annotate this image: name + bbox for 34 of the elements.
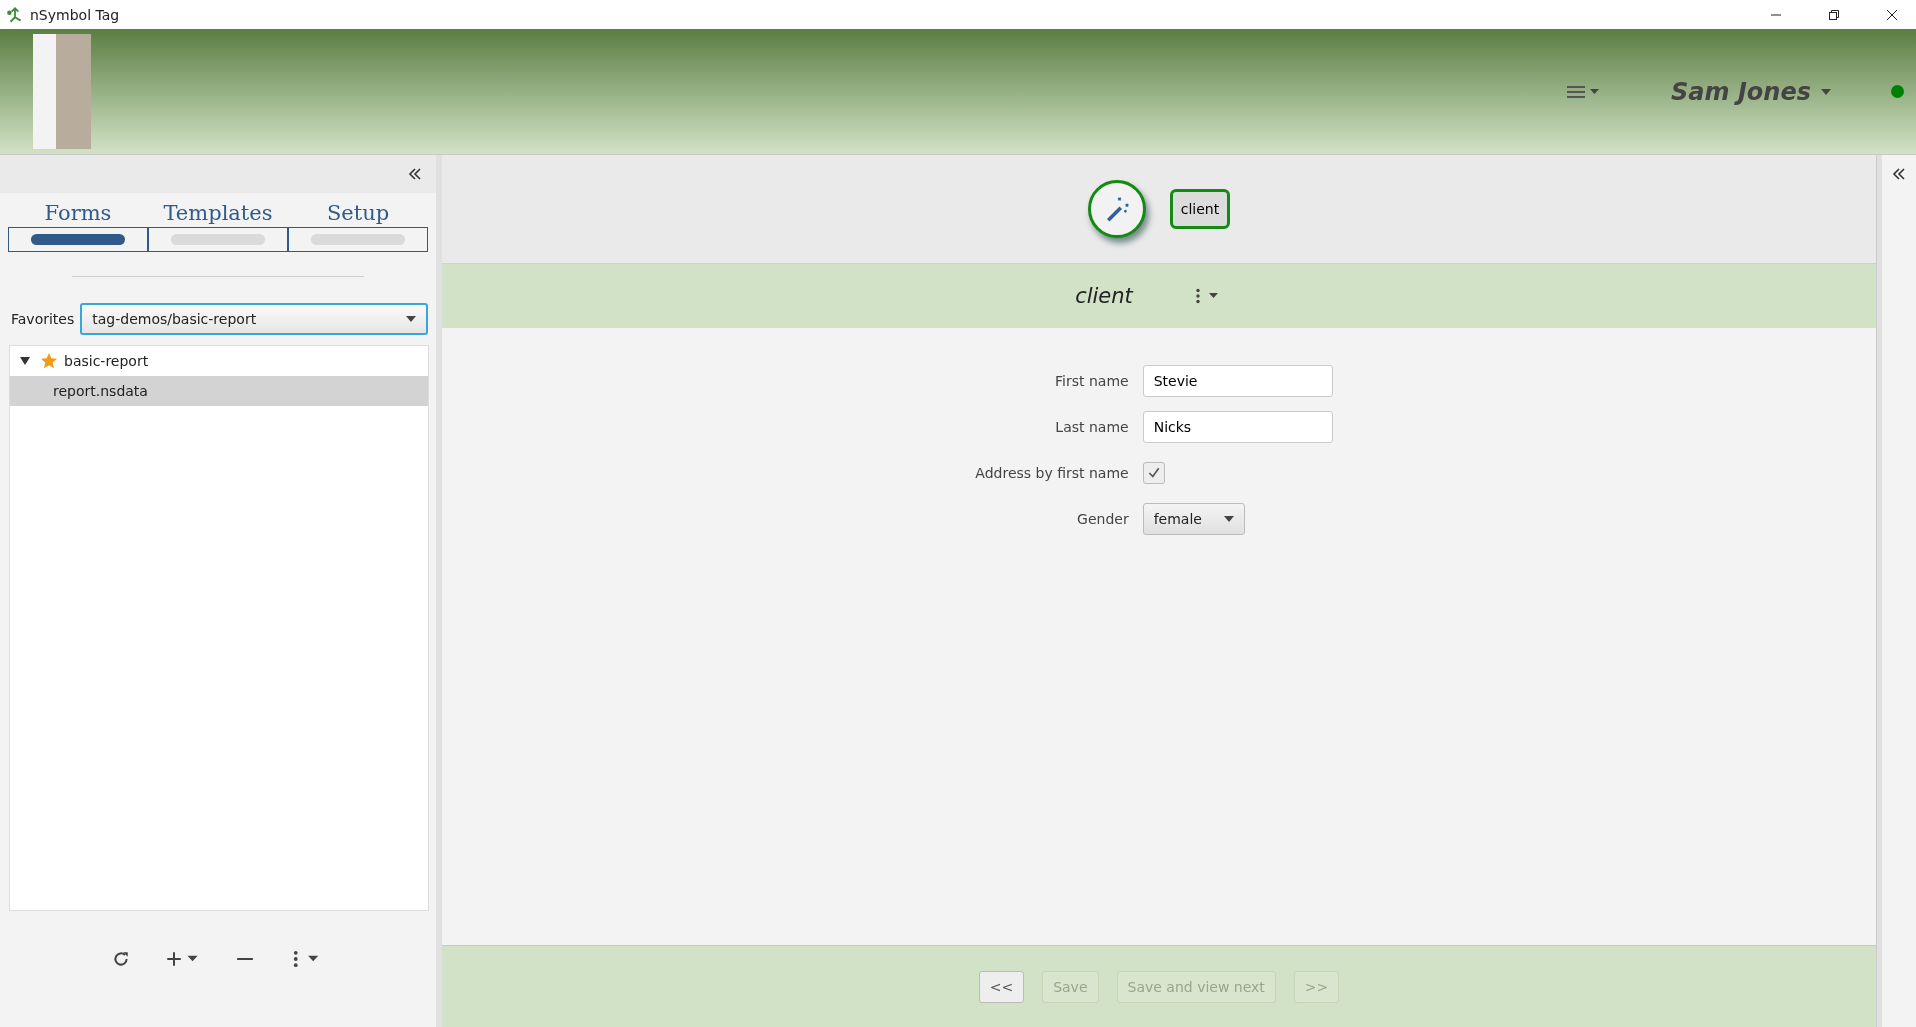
input-field[interactable]: Stevie — [1142, 365, 1333, 397]
favorites-label: Favorites — [11, 311, 75, 327]
collapse-icon[interactable] — [1892, 167, 1906, 181]
field-label: Last name — [1054, 419, 1129, 435]
tree-item[interactable]: basic-report — [10, 346, 428, 376]
tree-item[interactable]: report.nsdata — [10, 376, 428, 406]
add-icon[interactable] — [166, 950, 200, 968]
caret-icon — [406, 316, 416, 322]
field-label: First name — [1054, 373, 1129, 389]
sidebar-tab[interactable]: Templates — [163, 201, 273, 227]
gender-dropdown[interactable]: female — [1142, 503, 1245, 535]
expand-icon[interactable] — [20, 356, 30, 366]
wand-button[interactable] — [1087, 180, 1146, 238]
sidebar-tab[interactable]: Setup — [326, 201, 390, 227]
caret-icon — [1821, 88, 1831, 95]
menu-icon[interactable] — [1565, 83, 1602, 100]
field-label: Address by first name — [975, 465, 1129, 481]
window-title: nSymbol Tag — [30, 6, 120, 23]
collapse-icon[interactable] — [408, 167, 422, 181]
section-title: client — [1075, 284, 1133, 308]
input-field[interactable]: Nicks — [1142, 411, 1333, 443]
restore-icon[interactable] — [1828, 8, 1840, 21]
refresh-icon[interactable] — [112, 950, 130, 968]
checkbox[interactable] — [1142, 462, 1165, 484]
favorites-dropdown[interactable]: tag-demos/basic-report — [80, 303, 428, 335]
caret-icon — [1223, 516, 1234, 522]
user-menu[interactable]: Sam Jones — [1671, 77, 1811, 106]
breadcrumb-button[interactable]: client — [1169, 189, 1231, 229]
app-logo-icon — [6, 5, 24, 24]
check-icon — [1146, 466, 1161, 480]
nav-button[interactable]: << — [978, 970, 1025, 1003]
close-icon[interactable] — [1886, 8, 1898, 21]
sidebar-tab[interactable]: Forms — [44, 201, 112, 227]
field-label: Gender — [1076, 511, 1129, 527]
